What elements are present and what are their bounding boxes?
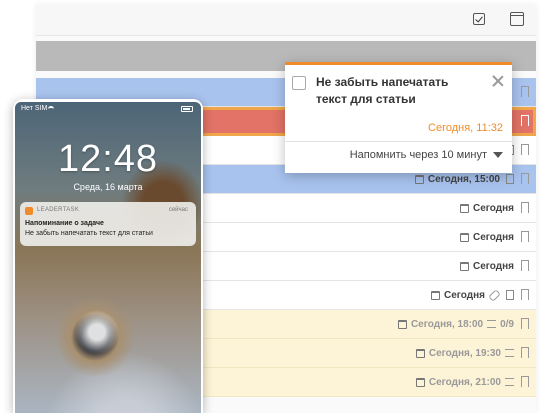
close-icon[interactable]	[492, 75, 504, 87]
task-date: Сегодня	[443, 289, 485, 301]
status-bar: Нет SIM	[15, 104, 201, 116]
leadertask-app-icon	[25, 207, 33, 215]
bookmark-icon[interactable]	[521, 289, 529, 303]
chevron-down-icon	[493, 152, 503, 158]
link-icon	[488, 288, 501, 302]
note-icon	[506, 174, 514, 184]
reminder-title: Не забыть напечатать текст для статьи	[316, 75, 449, 106]
calendar-icon	[430, 290, 440, 300]
bookmark-icon[interactable]	[521, 202, 529, 216]
calendar-icon	[459, 203, 469, 213]
bookmark-icon[interactable]	[521, 376, 529, 390]
wifi-icon	[48, 106, 54, 112]
task-date: Сегодня	[472, 260, 514, 272]
checkbox-icon[interactable]	[473, 13, 485, 25]
phone-mockup: Нет SIM 12:48 Среда, 16 марта LEADERTASK…	[13, 99, 203, 413]
calendar-icon[interactable]	[510, 12, 524, 26]
bookmark-icon[interactable]	[521, 86, 529, 100]
task-date: Сегодня, 21:00	[428, 376, 501, 388]
bookmark-icon[interactable]	[521, 144, 529, 158]
notification-app-name: LEADERTASK	[37, 207, 80, 213]
lock-clock: 12:48	[57, 138, 159, 180]
notification-time: сейчас	[168, 207, 188, 213]
task-meta: Сегодня, 18:00 0/9	[397, 310, 514, 338]
toolbar	[36, 5, 536, 36]
subtasks-icon	[487, 320, 497, 328]
bookmark-icon[interactable]	[521, 260, 529, 274]
subtasks-icon	[505, 378, 514, 386]
notification-title: Напоминание о задаче	[25, 220, 104, 227]
bookmark-icon[interactable]	[521, 318, 529, 332]
bookmark-icon[interactable]	[521, 347, 529, 361]
subtask-count: 0/9	[500, 318, 514, 330]
calendar-icon	[414, 174, 424, 184]
task-meta: Сегодня, 21:00	[415, 368, 514, 396]
lock-date: Среда, 16 марта	[73, 182, 143, 192]
task-meta: Сегодня	[459, 252, 514, 280]
reminder-popup: Не забыть напечатать текст для статьи Се…	[285, 62, 512, 173]
calendar-icon	[397, 319, 407, 329]
task-date: Сегодня, 15:00	[427, 173, 500, 185]
task-meta: Сегодня	[430, 281, 514, 309]
lock-screen: Нет SIM 12:48 Среда, 16 марта LEADERTASK…	[15, 102, 201, 413]
task-date: Сегодня	[472, 231, 514, 243]
bookmark-icon[interactable]	[521, 115, 529, 129]
task-meta: Сегодня	[459, 223, 514, 251]
divider	[285, 141, 512, 142]
calendar-icon	[415, 377, 425, 387]
task-date: Сегодня	[472, 202, 514, 214]
push-notification[interactable]: LEADERTASK сейчас Напоминание о задаче Н…	[20, 202, 196, 246]
notification-body: Не забыть напечатать текст для статьи	[25, 230, 153, 237]
task-date: Сегодня, 19:30	[428, 347, 501, 359]
snooze-label: Напомнить через 10 минут	[349, 149, 487, 161]
snooze-dropdown[interactable]: Напомнить через 10 минут	[350, 149, 503, 161]
battery-icon	[181, 106, 193, 112]
bookmark-icon[interactable]	[521, 231, 529, 245]
reminder-time: Сегодня, 11:32	[428, 122, 503, 134]
calendar-icon	[459, 232, 469, 242]
calendar-icon	[459, 261, 469, 271]
subtasks-icon	[505, 349, 514, 357]
calendar-icon	[415, 348, 425, 358]
task-meta: Сегодня	[459, 194, 514, 222]
complete-checkbox[interactable]	[292, 76, 306, 90]
note-icon	[506, 290, 514, 300]
task-date: Сегодня, 18:00	[410, 318, 484, 330]
bookmark-icon[interactable]	[521, 173, 529, 187]
task-meta: Сегодня, 19:30	[415, 339, 514, 367]
carrier-label: Нет SIM	[21, 105, 48, 112]
